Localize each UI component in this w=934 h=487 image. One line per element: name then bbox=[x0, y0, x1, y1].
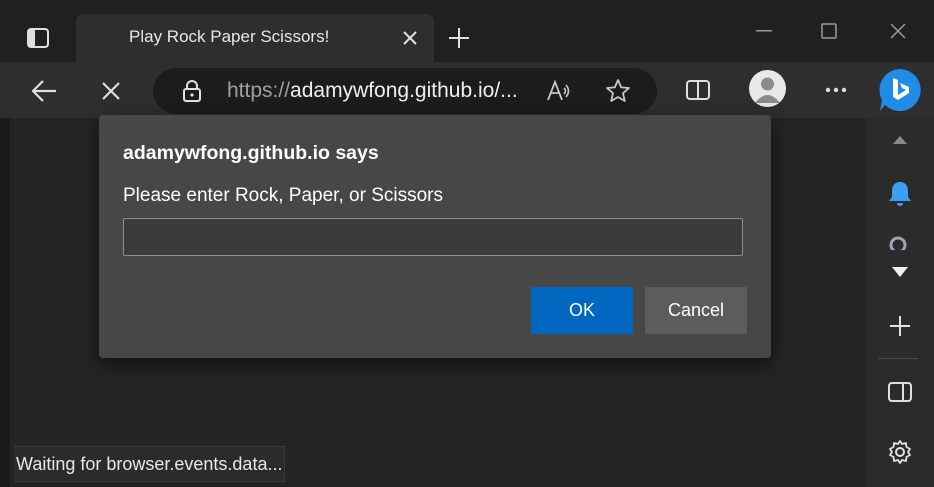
maximize-button[interactable] bbox=[809, 16, 849, 46]
profile-button[interactable] bbox=[749, 70, 786, 107]
split-screen-icon bbox=[686, 80, 710, 100]
url-host: adamywfong.github.io/... bbox=[290, 79, 518, 102]
split-screen-button[interactable] bbox=[680, 72, 716, 108]
site-info-button[interactable] bbox=[178, 77, 206, 105]
browser-window: Play Rock Paper Scissors! https://adamyw… bbox=[0, 0, 934, 487]
window-edge bbox=[0, 118, 10, 487]
sidebar-settings-button[interactable] bbox=[882, 434, 918, 470]
star-icon bbox=[606, 79, 630, 102]
sidebar-scroll-down-button[interactable] bbox=[882, 254, 918, 290]
title-bar: Play Rock Paper Scissors! bbox=[0, 0, 934, 62]
sidebar-notifications-button[interactable] bbox=[882, 176, 918, 212]
close-icon bbox=[102, 82, 120, 100]
settings-and-more-button[interactable] bbox=[818, 72, 854, 108]
plus-icon bbox=[890, 316, 910, 336]
status-bar: Waiting for browser.events.data... bbox=[14, 446, 286, 482]
copilot-button[interactable] bbox=[876, 66, 924, 114]
triangle-up-icon bbox=[893, 136, 907, 144]
plus-icon bbox=[449, 28, 469, 48]
hide-sidebar-button[interactable] bbox=[882, 374, 918, 410]
profile-icon bbox=[755, 77, 780, 103]
toolbar: https://adamywfong.github.io/... bbox=[0, 62, 934, 118]
lock-icon bbox=[183, 80, 201, 102]
minimize-button[interactable] bbox=[744, 16, 784, 46]
back-button[interactable] bbox=[27, 74, 61, 108]
url-scheme: https:// bbox=[227, 79, 291, 102]
sidebar-search-button[interactable] bbox=[882, 230, 918, 250]
bing-icon bbox=[879, 69, 921, 111]
tab-title: Play Rock Paper Scissors! bbox=[129, 27, 330, 46]
cancel-button[interactable]: Cancel bbox=[645, 287, 747, 334]
minimize-icon bbox=[756, 30, 772, 32]
sidebar-add-button[interactable] bbox=[882, 308, 918, 344]
ellipsis-icon bbox=[825, 87, 847, 93]
close-icon bbox=[403, 31, 417, 45]
close-icon bbox=[890, 23, 906, 39]
read-aloud-icon bbox=[547, 80, 570, 101]
triangle-down-icon bbox=[892, 267, 908, 277]
prompt-input[interactable] bbox=[123, 218, 743, 256]
new-tab-button[interactable] bbox=[445, 24, 473, 52]
dialog-message: Please enter Rock, Paper, or Scissors bbox=[123, 185, 443, 206]
address-bar[interactable]: https://adamywfong.github.io/... bbox=[153, 68, 657, 114]
url-text[interactable]: https://adamywfong.github.io/... bbox=[227, 79, 518, 103]
sidebar-panel-icon bbox=[888, 382, 912, 402]
read-aloud-button[interactable] bbox=[545, 77, 573, 105]
stop-loading-button[interactable] bbox=[94, 74, 128, 108]
sidebar-scroll-up-button[interactable] bbox=[882, 122, 918, 158]
sidebar-divider bbox=[878, 358, 918, 359]
arrow-left-icon bbox=[31, 80, 56, 102]
window-close-button[interactable] bbox=[878, 16, 918, 46]
favorite-button[interactable] bbox=[604, 77, 632, 105]
tab-actions-button[interactable] bbox=[18, 18, 58, 58]
bell-icon bbox=[889, 182, 911, 206]
browser-tab[interactable]: Play Rock Paper Scissors! bbox=[76, 14, 434, 62]
tab-actions-icon bbox=[27, 28, 49, 48]
ok-button[interactable]: OK bbox=[531, 287, 633, 334]
prompt-dialog: adamywfong.github.io says Please enter R… bbox=[99, 115, 771, 358]
dialog-title: adamywfong.github.io says bbox=[123, 142, 379, 164]
edge-sidebar bbox=[866, 118, 934, 487]
search-icon bbox=[889, 236, 907, 250]
tab-close-button[interactable] bbox=[398, 26, 422, 50]
maximize-icon bbox=[821, 23, 837, 39]
gear-icon bbox=[889, 440, 911, 464]
